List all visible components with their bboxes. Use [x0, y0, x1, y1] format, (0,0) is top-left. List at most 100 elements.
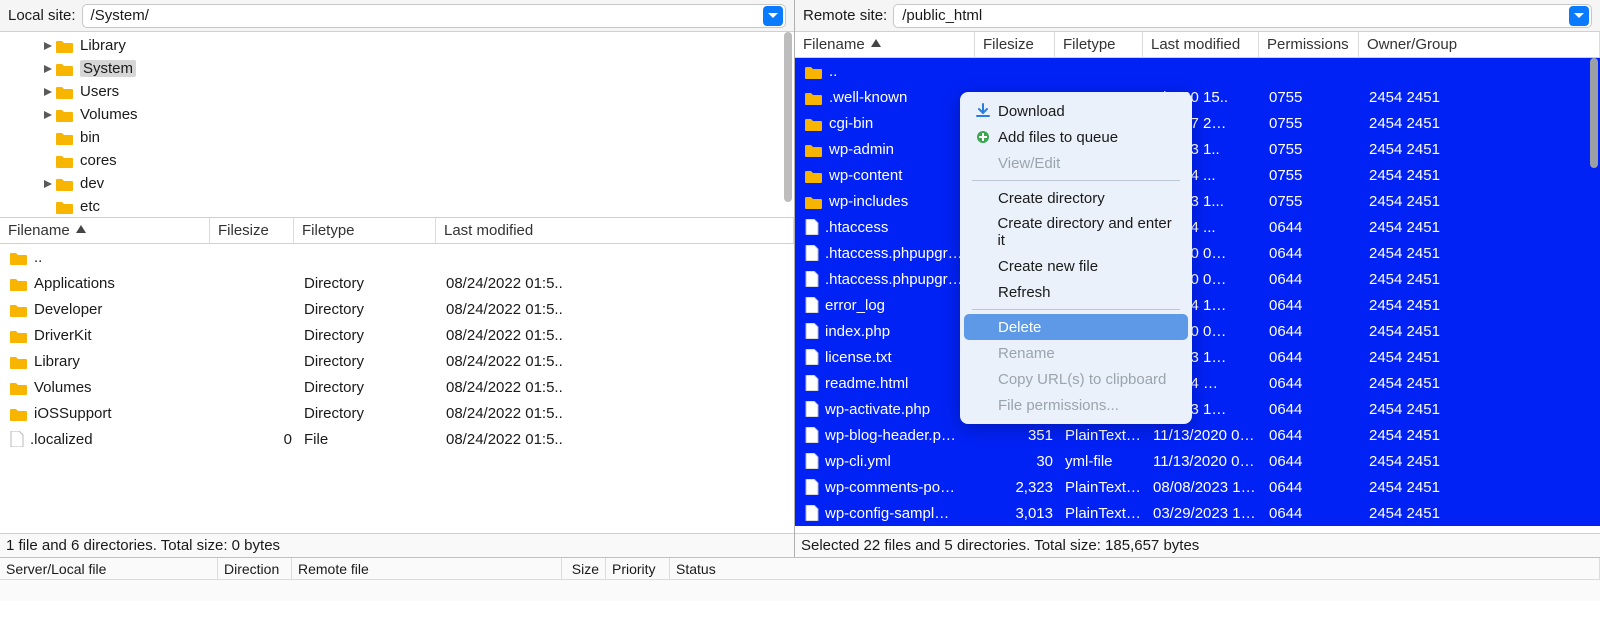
folder-icon: [10, 406, 28, 421]
menu-item: Copy URL(s) to clipboard: [964, 366, 1188, 392]
list-item[interactable]: license.txt7/2023 1…06442454 2451: [795, 344, 1600, 370]
menu-item[interactable]: Refresh: [964, 279, 1188, 305]
folder-icon: [10, 354, 28, 369]
tree-item[interactable]: Library: [0, 34, 794, 57]
tq-col-size[interactable]: Size: [562, 558, 606, 579]
expand-icon[interactable]: [42, 63, 54, 75]
col-filetype[interactable]: Filetype: [294, 218, 436, 243]
local-path-field[interactable]: /System/: [82, 4, 786, 28]
add-queue-icon: [974, 128, 992, 146]
list-item[interactable]: ..: [0, 244, 794, 270]
scrollbar-thumb[interactable]: [784, 32, 792, 202]
list-item[interactable]: wp-activate.php8/2023 1…06442454 2451: [795, 396, 1600, 422]
list-item[interactable]: wp-config-sampl…3,013PlainTextT…03/29/20…: [795, 500, 1600, 526]
tree-item[interactable]: bin: [0, 126, 794, 149]
list-item[interactable]: LibraryDirectory08/24/2022 01:5..: [0, 348, 794, 374]
col-filename[interactable]: Filename: [795, 32, 975, 57]
tq-col-serverlocal[interactable]: Server/Local file: [0, 558, 218, 579]
local-path-dropdown[interactable]: [763, 6, 783, 26]
download-icon: [974, 102, 992, 120]
list-item[interactable]: wp-admin8/2023 1..07552454 2451: [795, 136, 1600, 162]
tree-item[interactable]: dev: [0, 172, 794, 195]
list-item[interactable]: wp-comments-po…2,323PlainTextT…08/08/202…: [795, 474, 1600, 500]
remote-path-field[interactable]: /public_html: [893, 4, 1592, 28]
list-item[interactable]: cgi-bin2/2017 2…07552454 2451: [795, 110, 1600, 136]
list-item[interactable]: error_log7/2024 1…06442454 2451: [795, 292, 1600, 318]
file-type: Directory: [298, 353, 440, 370]
remote-file-list[interactable]: ...well-known2/2020 15..07552454 2451cgi…: [795, 58, 1600, 533]
menu-item[interactable]: Create directory: [964, 185, 1188, 211]
tree-item[interactable]: etc: [0, 195, 794, 218]
tree-item[interactable]: Volumes: [0, 103, 794, 126]
list-item[interactable]: .localized0File08/24/2022 01:5..: [0, 426, 794, 452]
expand-icon[interactable]: [42, 86, 54, 98]
col-filename[interactable]: Filename: [0, 218, 210, 243]
local-file-list[interactable]: .. ApplicationsDirectory08/24/2022 01:5..…: [0, 244, 794, 533]
list-item[interactable]: wp-blog-header.p…351PlainTextT…11/13/202…: [795, 422, 1600, 448]
remote-path-dropdown[interactable]: [1569, 6, 1589, 26]
expand-icon[interactable]: [42, 132, 54, 144]
col-permissions[interactable]: Permissions: [1259, 32, 1359, 57]
expand-icon[interactable]: [42, 40, 54, 52]
file-icon: [805, 349, 819, 365]
tq-col-direction[interactable]: Direction: [218, 558, 292, 579]
local-directory-tree[interactable]: LibrarySystemUsersVolumesbincoresdevetc: [0, 32, 794, 218]
list-item[interactable]: iOSSupportDirectory08/24/2022 01:5..: [0, 400, 794, 426]
col-filetype[interactable]: Filetype: [1055, 32, 1143, 57]
menu-item[interactable]: Delete: [964, 314, 1188, 340]
menu-item[interactable]: Add files to queue: [964, 124, 1188, 150]
list-item[interactable]: ..: [795, 58, 1600, 84]
file-permissions: 0644: [1263, 271, 1363, 288]
tree-item[interactable]: Users: [0, 80, 794, 103]
list-item[interactable]: .htaccess8/2024 ...06442454 2451: [795, 214, 1600, 240]
tq-col-priority[interactable]: Priority: [606, 558, 670, 579]
file-type: Directory: [298, 379, 440, 396]
menu-item: View/Edit: [964, 150, 1188, 176]
file-owner: 2454 2451: [1363, 271, 1600, 288]
file-name: Developer: [34, 301, 102, 318]
list-item[interactable]: readme.html0/2024 …06442454 2451: [795, 370, 1600, 396]
expand-icon[interactable]: [42, 201, 54, 213]
col-filesize[interactable]: Filesize: [975, 32, 1055, 57]
list-item[interactable]: wp-content8/2024 ...07552454 2451: [795, 162, 1600, 188]
file-type: PlainTextT…: [1059, 479, 1147, 496]
expand-icon[interactable]: [42, 155, 54, 167]
col-lastmodified[interactable]: Last modified: [436, 218, 794, 243]
scrollbar-thumb[interactable]: [1590, 58, 1598, 168]
file-icon: [10, 431, 24, 447]
file-modified: 08/24/2022 01:5..: [440, 327, 794, 344]
menu-item-label: Create directory: [998, 190, 1105, 207]
col-ownergroup[interactable]: Owner/Group: [1359, 32, 1600, 57]
list-item[interactable]: .well-known2/2020 15..07552454 2451: [795, 84, 1600, 110]
menu-item[interactable]: Create new file: [964, 253, 1188, 279]
list-item[interactable]: VolumesDirectory08/24/2022 01:5..: [0, 374, 794, 400]
tree-item[interactable]: System: [0, 57, 794, 80]
file-name: ..: [34, 249, 42, 266]
list-item[interactable]: DriverKitDirectory08/24/2022 01:5..: [0, 322, 794, 348]
file-modified: 11/13/2020 0…: [1147, 427, 1263, 444]
file-type: yml-file: [1059, 453, 1147, 470]
file-name: .htaccess.phpupgr…: [825, 271, 963, 288]
transfer-queue-header: Server/Local file Direction Remote file …: [0, 558, 1600, 580]
list-item[interactable]: index.php1/2020 0…06442454 2451: [795, 318, 1600, 344]
tree-item[interactable]: cores: [0, 149, 794, 172]
file-name: index.php: [825, 323, 890, 340]
list-item[interactable]: .htaccess.phpupgr…7/2020 0…06442454 2451: [795, 266, 1600, 292]
tq-col-status[interactable]: Status: [670, 558, 1600, 579]
file-owner: 2454 2451: [1363, 323, 1600, 340]
list-item[interactable]: .htaccess.phpupgr…7/2020 0…06442454 2451: [795, 240, 1600, 266]
col-lastmodified[interactable]: Last modified: [1143, 32, 1259, 57]
file-permissions: 0644: [1263, 245, 1363, 262]
tq-col-remotefile[interactable]: Remote file: [292, 558, 562, 579]
menu-item[interactable]: Download: [964, 98, 1188, 124]
expand-icon[interactable]: [42, 109, 54, 121]
remote-path-bar: Remote site: /public_html: [795, 0, 1600, 32]
list-item[interactable]: DeveloperDirectory08/24/2022 01:5..: [0, 296, 794, 322]
list-item[interactable]: wp-includes7/2023 1...07552454 2451: [795, 188, 1600, 214]
expand-icon[interactable]: [42, 178, 54, 190]
col-filesize[interactable]: Filesize: [210, 218, 294, 243]
sort-asc-icon: [871, 36, 881, 53]
list-item[interactable]: ApplicationsDirectory08/24/2022 01:5..: [0, 270, 794, 296]
menu-item[interactable]: Create directory and enter it: [964, 211, 1188, 253]
list-item[interactable]: wp-cli.yml30yml-file11/13/2020 0…0644245…: [795, 448, 1600, 474]
